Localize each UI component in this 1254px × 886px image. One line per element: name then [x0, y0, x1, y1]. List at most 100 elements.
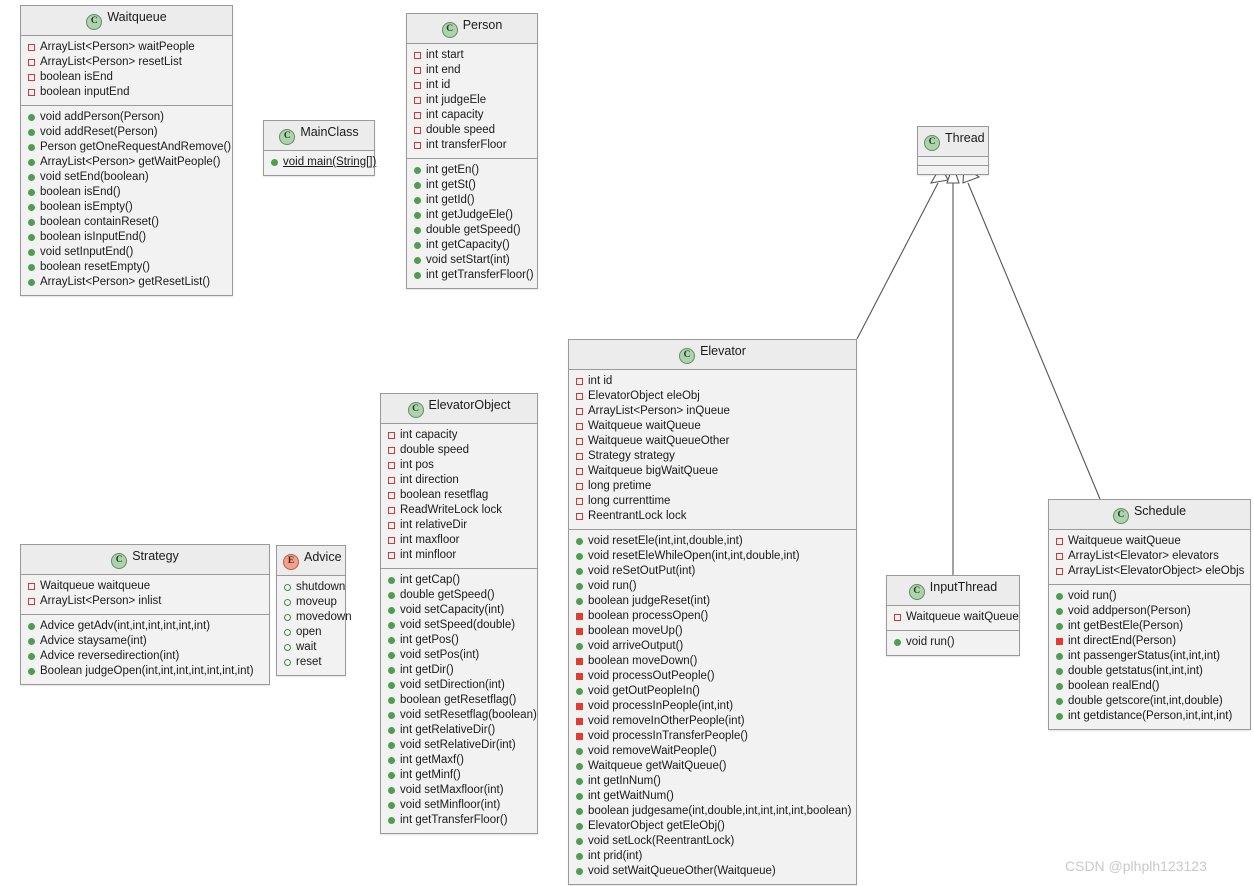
private-marker-icon	[576, 498, 583, 505]
class-box-elevatorobject[interactable]: C ElevatorObject int capacity double spee…	[380, 393, 538, 834]
class-name: Strategy	[132, 549, 179, 563]
fields-compartment: Waitqueue waitQueue ArrayList<Elevator> …	[1049, 530, 1250, 585]
public-marker-icon	[28, 114, 35, 121]
protected-marker-icon	[576, 733, 583, 740]
method-row: double getSpeed()	[381, 588, 537, 603]
method-row: void setPos(int)	[381, 648, 537, 663]
method-row: void setLock(ReentrantLock)	[569, 834, 856, 849]
method-row: void processOutPeople()	[569, 669, 856, 684]
private-marker-icon	[576, 393, 583, 400]
public-marker-icon	[28, 189, 35, 196]
public-marker-icon	[271, 159, 278, 166]
method-row: int getInNum()	[569, 774, 856, 789]
public-marker-icon	[576, 763, 583, 770]
private-marker-icon	[388, 507, 395, 514]
class-badge-icon: C	[407, 402, 424, 418]
method-row: int getMaxf()	[381, 753, 537, 768]
protected-marker-icon	[576, 658, 583, 665]
class-box-waitqueue[interactable]: C Waitqueue ArrayList<Person> waitPeople …	[20, 5, 233, 296]
public-marker-icon	[28, 653, 35, 660]
class-box-elevator[interactable]: C Elevator int id ElevatorObject eleObj A…	[568, 339, 857, 885]
method-row: Waitqueue getWaitQueue()	[569, 759, 856, 774]
public-marker-icon	[576, 538, 583, 545]
method-row: void removeWaitPeople()	[569, 744, 856, 759]
method-row: int getCapacity()	[407, 238, 537, 253]
field-row: Waitqueue bigWaitQueue	[569, 464, 856, 479]
public-marker-icon	[1056, 653, 1063, 660]
field-row: double speed	[407, 123, 537, 138]
private-marker-icon	[1056, 568, 1063, 575]
class-box-schedule[interactable]: C Schedule Waitqueue waitQueue ArrayList<…	[1048, 499, 1251, 730]
class-box-inputthread[interactable]: C InputThread Waitqueue waitQueue void ru…	[886, 575, 1020, 656]
class-name: Person	[462, 18, 503, 32]
method-row: boolean moveDown()	[569, 654, 856, 669]
method-row: int getCap()	[381, 573, 537, 588]
enum-constant-row: open	[277, 625, 345, 640]
private-marker-icon	[388, 522, 395, 529]
fields-compartment: int capacity double speed int pos int di…	[381, 424, 537, 569]
class-box-strategy[interactable]: C Strategy Waitqueue waitqueue ArrayList<…	[20, 544, 270, 685]
field-row: int start	[407, 48, 537, 63]
field-row: int relativeDir	[381, 518, 537, 533]
public-marker-icon	[28, 219, 35, 226]
public-marker-icon	[576, 868, 583, 875]
method-row: void setInputEnd()	[21, 245, 232, 260]
public-marker-icon	[1056, 713, 1063, 720]
method-row: boolean judgeReset(int)	[569, 594, 856, 609]
field-row: Waitqueue waitQueue	[569, 419, 856, 434]
method-row: boolean moveUp()	[569, 624, 856, 639]
private-marker-icon	[414, 82, 421, 89]
method-row: int getEn()	[407, 163, 537, 178]
field-row: ArrayList<Person> inlist	[21, 594, 269, 609]
class-box-advice[interactable]: E Advice shutdown moveup movedown open wa…	[276, 545, 352, 676]
method-row: boolean realEnd()	[1049, 679, 1250, 694]
field-row: ReentrantLock lock	[569, 509, 856, 524]
private-marker-icon	[414, 142, 421, 149]
method-row: void run()	[887, 635, 1019, 650]
field-row: int transferFloor	[407, 138, 537, 153]
field-row: Waitqueue waitQueue	[1049, 534, 1250, 549]
protected-marker-icon	[1056, 638, 1063, 645]
method-row: boolean getResetflag()	[381, 693, 537, 708]
class-name: ElevatorObject	[428, 398, 511, 412]
class-header-mainclass: C MainClass	[264, 121, 374, 151]
field-row: ArrayList<Person> waitPeople	[21, 40, 232, 55]
private-marker-icon	[576, 408, 583, 415]
class-header-inputthread: C InputThread	[887, 576, 1019, 606]
public-marker-icon	[414, 257, 421, 264]
class-badge-icon: C	[908, 584, 925, 600]
public-marker-icon	[576, 598, 583, 605]
public-marker-icon	[28, 234, 35, 241]
class-box-mainclass[interactable]: C MainClass void main(String[])	[263, 120, 376, 176]
method-row: void reSetOutPut(int)	[569, 564, 856, 579]
field-row: ElevatorObject eleObj	[569, 389, 856, 404]
enum-constant-marker-icon	[284, 629, 291, 636]
field-row: ReadWriteLock lock	[381, 503, 537, 518]
field-row: int direction	[381, 473, 537, 488]
field-row: int capacity	[407, 108, 537, 123]
public-marker-icon	[28, 204, 35, 211]
method-row: boolean isEmpty()	[21, 200, 232, 215]
field-row: boolean inputEnd	[21, 85, 232, 100]
class-box-person[interactable]: C Person int start int end int id int jud…	[406, 13, 538, 289]
diagram-canvas: C Waitqueue ArrayList<Person> waitPeople …	[0, 0, 1254, 886]
field-row: long currenttime	[569, 494, 856, 509]
private-marker-icon	[576, 423, 583, 430]
private-marker-icon	[414, 52, 421, 59]
method-row: ElevatorObject getEleObj()	[569, 819, 856, 834]
class-box-thread[interactable]: C Thread	[917, 126, 989, 175]
method-row: void addReset(Person)	[21, 125, 232, 140]
field-row: ArrayList<Person> resetList	[21, 55, 232, 70]
enum-constant-row: moveup	[277, 595, 345, 610]
protected-marker-icon	[576, 718, 583, 725]
public-marker-icon	[28, 668, 35, 675]
public-marker-icon	[388, 637, 395, 644]
enum-constant-row: reset	[277, 655, 345, 670]
method-row: void setMaxfloor(int)	[381, 783, 537, 798]
private-marker-icon	[894, 614, 901, 621]
public-marker-icon	[576, 778, 583, 785]
field-row: int end	[407, 63, 537, 78]
private-marker-icon	[1056, 553, 1063, 560]
edge-schedule-to-thread	[962, 164, 1101, 500]
public-marker-icon	[576, 823, 583, 830]
